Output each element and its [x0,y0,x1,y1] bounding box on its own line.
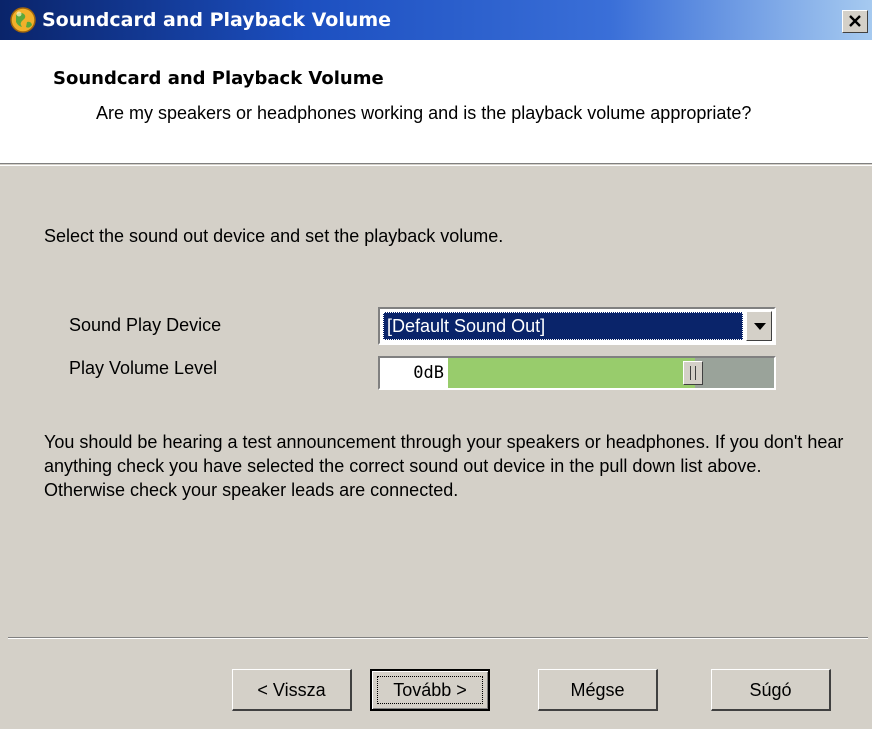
dropdown-selected-value[interactable]: [Default Sound Out] [383,312,743,340]
instruction-text: Select the sound out device and set the … [44,226,504,246]
close-icon [849,15,861,27]
volume-slider-thumb[interactable] [683,361,703,385]
cancel-button-label: Mégse [570,679,625,700]
cancel-button[interactable]: Mégse [538,669,658,711]
back-button[interactable]: < Vissza [232,669,352,711]
page-subtitle: Are my speakers or headphones working an… [96,103,752,123]
wizard-window: Soundcard and Playback Volume Soundcard … [0,0,872,729]
page-title: Soundcard and Playback Volume [53,68,384,89]
sound-device-dropdown[interactable]: [Default Sound Out] [378,307,776,345]
volume-label: Play Volume Level [69,358,218,378]
help-button-label: Súgó [749,679,792,700]
device-label: Sound Play Device [69,315,222,335]
header-divider [0,165,872,166]
volume-slider[interactable]: 0dB [378,356,776,390]
next-button[interactable]: Tovább > [370,669,490,711]
volume-readout: 0dB [380,358,448,388]
footer-divider-highlight [8,638,868,639]
title-bar[interactable]: Soundcard and Playback Volume [0,0,872,40]
chevron-down-icon [754,323,766,330]
wizard-header: Soundcard and Playback Volume Are my spe… [0,40,872,164]
info-text: You should be hearing a test announcemen… [44,432,844,500]
window-title: Soundcard and Playback Volume [42,9,392,31]
next-button-label: Tovább > [393,680,467,700]
dropdown-button[interactable] [746,311,772,341]
app-icon[interactable] [8,5,38,35]
close-button[interactable] [842,10,868,33]
back-button-label: < Vissza [257,679,326,700]
help-button[interactable]: Súgó [711,669,831,711]
